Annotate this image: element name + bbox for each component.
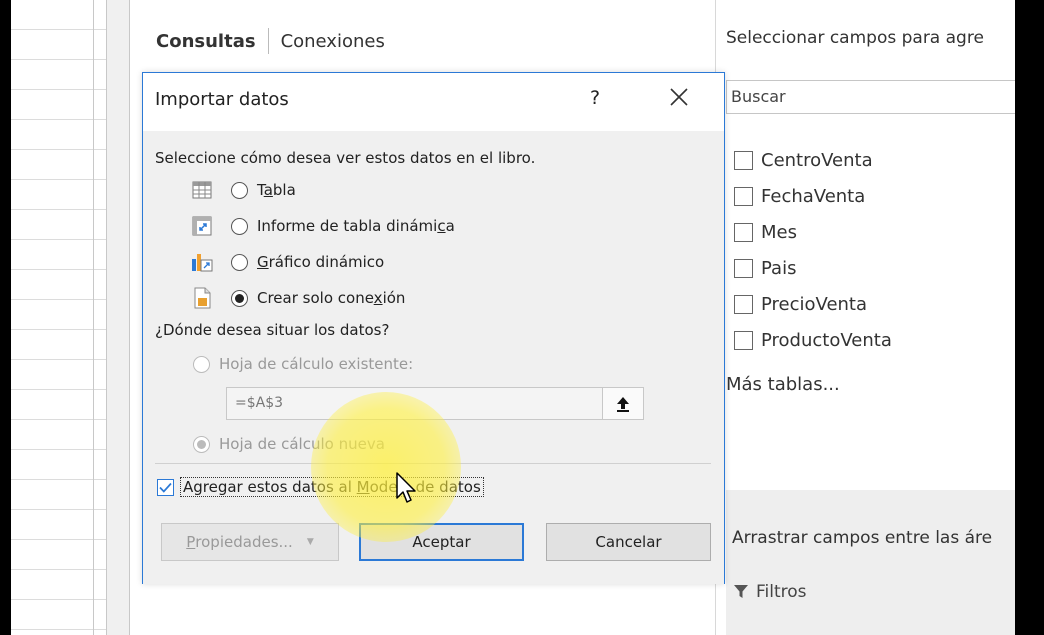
field-item-fechaventa[interactable]: FechaVenta: [734, 178, 892, 214]
chevron-down-icon: ▼: [306, 537, 314, 547]
collapse-dialog-button: [602, 388, 643, 419]
pivot-fields-pane: Seleccionar campos para agre Buscar Cent…: [715, 0, 1015, 635]
filter-funnel-icon: [734, 585, 748, 598]
pivot-areas-section: Arrastrar campos entre las áre Filtros: [726, 490, 1015, 635]
option-informe-tabla-dinamica[interactable]: Informe de tabla dinámica: [191, 215, 455, 237]
option-crear-solo-conexion[interactable]: Crear solo conexión: [191, 287, 405, 309]
field-item-mes[interactable]: Mes: [734, 214, 892, 250]
import-data-dialog: Importar datos ? Seleccione cómo desea v…: [142, 72, 725, 584]
radio-hoja-existente: [193, 355, 210, 373]
field-item-pais[interactable]: Pais: [734, 250, 892, 286]
close-icon[interactable]: [668, 86, 690, 108]
tab-consultas[interactable]: Consultas: [156, 31, 256, 52]
cell-reference-value: =$A$3: [235, 395, 284, 411]
location-question-label: ¿Dónde desea situar los datos?: [155, 321, 390, 339]
drag-fields-hint: Arrastrar campos entre las áre: [732, 528, 993, 548]
cell-reference-input: =$A$3: [226, 387, 644, 420]
field-checkbox[interactable]: [734, 258, 753, 278]
field-checkbox[interactable]: [734, 330, 753, 350]
pivot-chart-icon: [192, 254, 213, 272]
help-button[interactable]: ?: [590, 87, 600, 109]
fields-pane-header: Seleccionar campos para agre: [726, 28, 984, 48]
tab-separator: [267, 28, 269, 54]
add-to-data-model-checkbox[interactable]: [157, 478, 174, 496]
view-question-label: Seleccione cómo desea ver estos datos en…: [155, 149, 536, 167]
queries-tabs: Consultas Conexiones: [156, 28, 385, 54]
connection-only-icon: [194, 287, 211, 309]
radio-hoja-nueva: [193, 435, 210, 453]
option-label: Informe de tabla dinámica: [257, 217, 455, 235]
filters-label: Filtros: [756, 582, 807, 602]
pane-splitter[interactable]: [107, 0, 129, 635]
upload-arrow-icon: [617, 396, 629, 412]
option-hoja-existente: Hoja de cálculo existente:: [193, 355, 413, 373]
option-label: Hoja de cálculo nueva: [219, 435, 385, 453]
field-label: CentroVenta: [761, 149, 873, 171]
option-label: Gráfico dinámico: [257, 253, 385, 271]
option-grafico-dinamico[interactable]: Gráfico dinámico: [191, 251, 384, 273]
fields-search-input[interactable]: Buscar: [726, 80, 1015, 114]
accept-button[interactable]: Aceptar: [359, 523, 524, 561]
dialog-body: Seleccione cómo desea ver estos datos en…: [143, 131, 724, 584]
fields-list: CentroVenta FechaVenta Mes Pais PrecioVe…: [734, 142, 892, 358]
field-checkbox[interactable]: [734, 150, 753, 170]
field-checkbox[interactable]: [734, 186, 753, 206]
screen: Consultas Conexiones Seleccionar campos …: [11, 0, 1015, 635]
field-label: PrecioVenta: [761, 293, 868, 315]
option-label: Crear solo conexión: [257, 289, 406, 307]
tab-conexiones[interactable]: Conexiones: [281, 31, 385, 52]
check-icon: [159, 482, 172, 493]
pivot-table-icon: [192, 216, 212, 236]
radio-informe-tabla-dinamica[interactable]: [231, 217, 248, 235]
field-label: Pais: [761, 257, 797, 279]
option-label: Hoja de cálculo existente:: [219, 355, 414, 373]
worksheet-grid[interactable]: [11, 0, 106, 635]
field-item-productoventa[interactable]: ProductoVenta: [734, 322, 892, 358]
radio-crear-solo-conexion[interactable]: [231, 289, 248, 307]
add-to-data-model-option[interactable]: Agregar estos datos al Modelo de datos: [157, 477, 484, 497]
table-icon: [192, 181, 212, 199]
option-label: Tabla: [257, 181, 296, 199]
field-label: ProductoVenta: [761, 329, 892, 351]
option-hoja-nueva: Hoja de cálculo nueva: [193, 435, 385, 453]
field-item-centroventa[interactable]: CentroVenta: [734, 142, 892, 178]
cancel-button[interactable]: Cancelar: [546, 523, 711, 561]
field-checkbox[interactable]: [734, 222, 753, 242]
option-tabla[interactable]: Tabla: [191, 179, 296, 201]
field-label: Mes: [761, 221, 797, 243]
grid-column-divider: [93, 0, 94, 635]
field-item-precioventa[interactable]: PrecioVenta: [734, 286, 892, 322]
field-checkbox[interactable]: [734, 294, 753, 314]
radio-tabla[interactable]: [231, 181, 248, 199]
field-label: FechaVenta: [761, 185, 866, 207]
properties-button[interactable]: Propiedades... ▼: [161, 523, 339, 561]
radio-grafico-dinamico[interactable]: [231, 253, 248, 271]
filters-area-header: Filtros: [734, 582, 807, 602]
add-to-data-model-label: Agregar estos datos al Modelo de datos: [180, 477, 484, 497]
mouse-cursor-icon: [396, 472, 416, 503]
more-tables-link[interactable]: Más tablas...: [726, 374, 840, 395]
dialog-title: Importar datos: [155, 89, 289, 110]
section-divider: [155, 463, 711, 464]
